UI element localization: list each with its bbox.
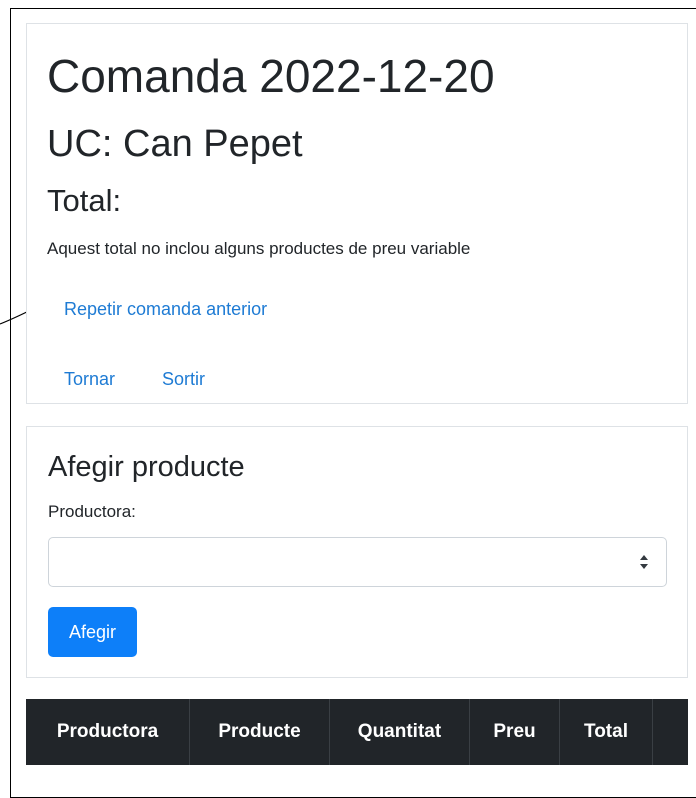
updown-chevron-icon bbox=[640, 555, 648, 569]
order-card: Comanda 2022-12-20 UC: Can Pepet Total: … bbox=[26, 23, 688, 404]
repeat-order-link[interactable]: Repetir comanda anterior bbox=[64, 297, 267, 321]
add-product-title: Afegir producte bbox=[48, 451, 245, 483]
add-product-button[interactable]: Afegir bbox=[48, 607, 137, 657]
customer-name: UC: Can Pepet bbox=[47, 123, 303, 165]
back-link[interactable]: Tornar bbox=[64, 367, 115, 391]
column-header-total: Total bbox=[560, 699, 653, 765]
producer-select[interactable] bbox=[48, 537, 667, 587]
producer-label: Productora: bbox=[48, 502, 136, 521]
price-note: Aquest total no inclou alguns productes … bbox=[47, 239, 471, 258]
column-header-actions bbox=[653, 699, 688, 765]
order-title: Comanda 2022-12-20 bbox=[47, 50, 495, 102]
column-header-price: Preu bbox=[470, 699, 560, 765]
add-product-card: Afegir producte Productora: Afegir bbox=[26, 426, 688, 678]
total-label: Total: bbox=[47, 183, 122, 218]
column-header-product: Producte bbox=[190, 699, 330, 765]
column-header-producer: Productora bbox=[26, 699, 190, 765]
products-table-header: Productora Producte Quantitat Preu Total bbox=[26, 699, 688, 765]
exit-link[interactable]: Sortir bbox=[162, 367, 205, 391]
column-header-quantity: Quantitat bbox=[330, 699, 470, 765]
